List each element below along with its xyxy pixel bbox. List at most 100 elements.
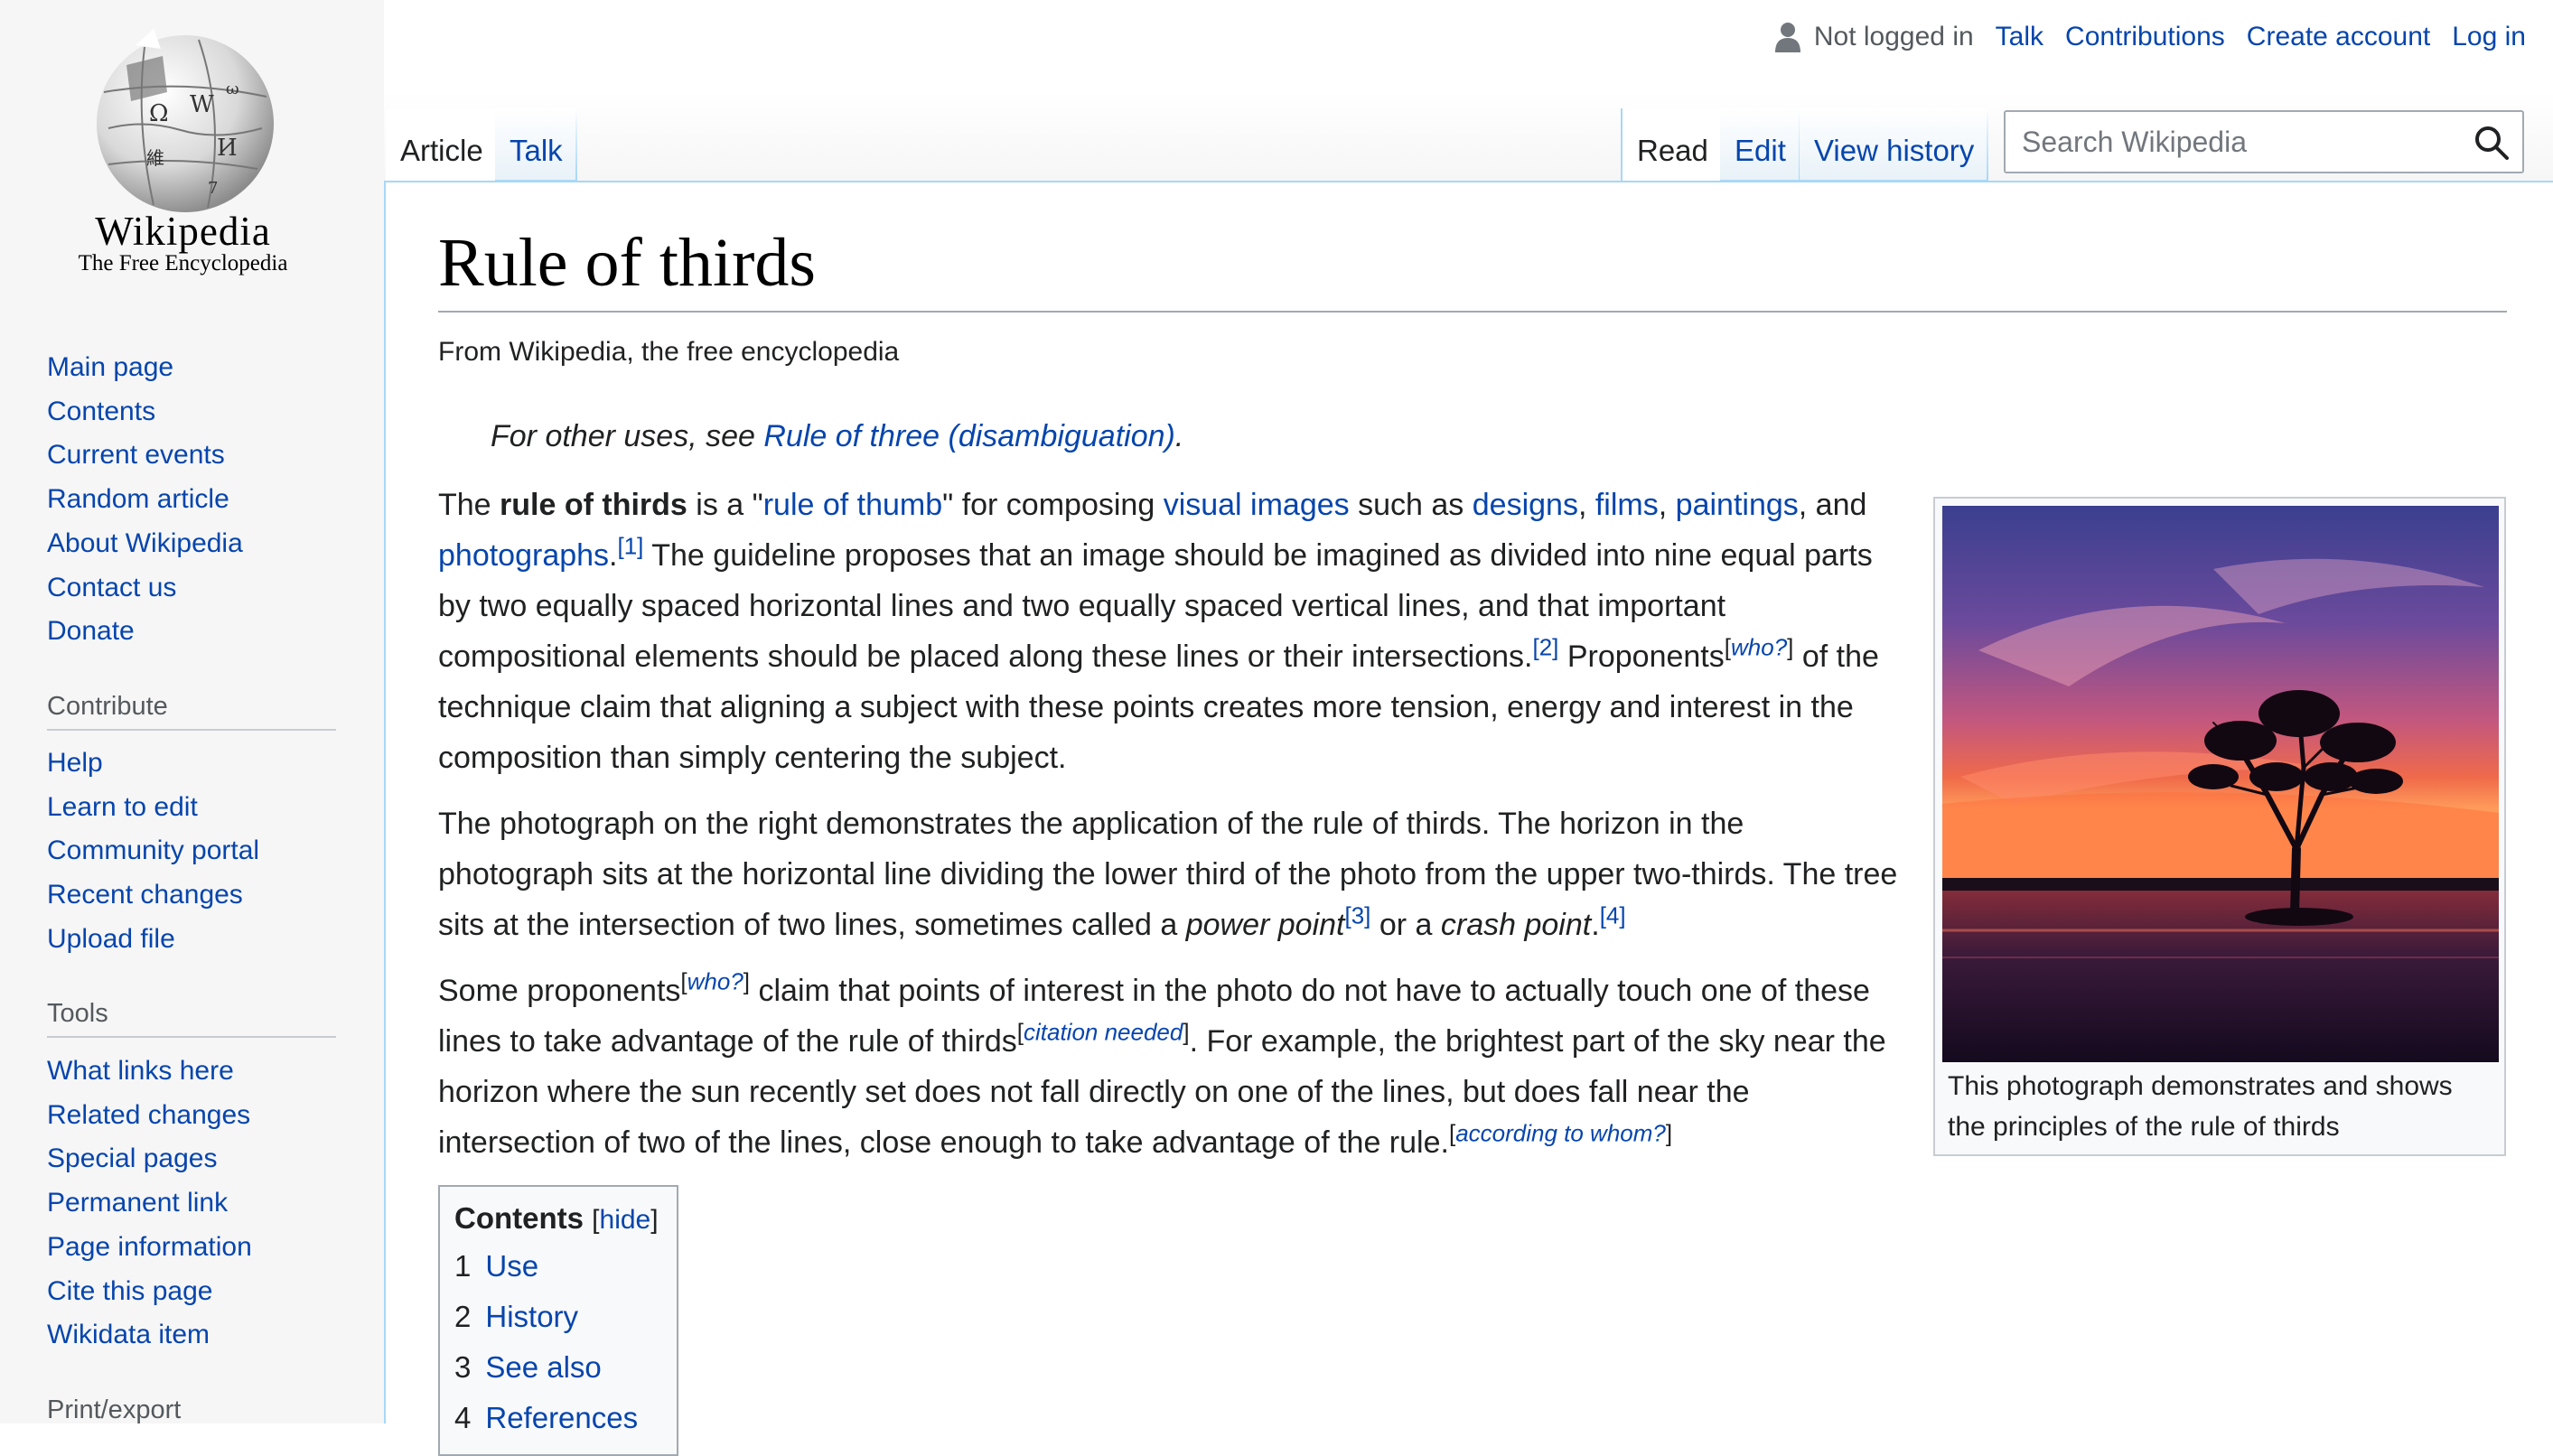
bracket: ]: [1183, 1018, 1190, 1046]
title-divider: [438, 311, 2507, 313]
sidebar-heading-tools[interactable]: Tools: [47, 999, 336, 1038]
not-logged-in-status: Not logged in: [1813, 22, 1974, 51]
toc-item-use[interactable]: 1 Use: [454, 1241, 662, 1292]
bracket: ]: [743, 967, 751, 995]
text: .: [609, 538, 618, 573]
sidebar-tools: What links here Related changes Special …: [47, 1050, 336, 1358]
text: is a ": [687, 488, 763, 522]
who-tag: [who?]: [1725, 634, 1794, 661]
citation-needed-link[interactable]: citation needed: [1024, 1019, 1183, 1046]
sidebar-item-upload-file[interactable]: Upload file: [47, 918, 336, 962]
search-input[interactable]: [2020, 124, 2457, 160]
paragraph-3: Some proponents[who?] claim that points …: [438, 966, 1902, 1168]
login-link[interactable]: Log in: [2452, 22, 2526, 52]
sidebar-heading-contribute[interactable]: Contribute: [47, 692, 336, 731]
sidebar-item-contact-us[interactable]: Contact us: [47, 566, 336, 611]
sidebar-heading-print-export[interactable]: Print/export: [47, 1395, 336, 1433]
sidebar-item-wikidata-item[interactable]: Wikidata item: [47, 1313, 336, 1358]
link-rule-of-thumb[interactable]: rule of thumb: [763, 488, 942, 522]
toc-item-see-also[interactable]: 3 See also: [454, 1342, 662, 1393]
italic-term: crash point: [1440, 908, 1592, 942]
reference-3: [3]: [1345, 902, 1371, 929]
hatnote-suffix: .: [1174, 419, 1184, 453]
page-title: Rule of thirds: [438, 225, 816, 301]
svg-text:W: W: [190, 91, 214, 118]
sidebar-item-contents[interactable]: Contents: [47, 390, 336, 434]
toc-link[interactable]: Use: [485, 1249, 538, 1283]
tab-view-history[interactable]: View history: [1800, 108, 1988, 181]
sidebar-item-permanent-link[interactable]: Permanent link: [47, 1181, 336, 1226]
toc-header: Contents [hide]: [454, 1201, 662, 1236]
tab-edit[interactable]: Edit: [1720, 108, 1800, 181]
link-films[interactable]: films: [1595, 488, 1659, 522]
wikipedia-wordmark[interactable]: Wikipedia: [0, 208, 366, 255]
personal-talk-link[interactable]: Talk: [1996, 22, 2043, 52]
sidebar-item-page-information[interactable]: Page information: [47, 1226, 336, 1270]
svg-text:ω: ω: [226, 79, 239, 98]
who-tag: [who?]: [680, 968, 750, 995]
sidebar-item-help[interactable]: Help: [47, 742, 336, 786]
sidebar-item-current-events[interactable]: Current events: [47, 434, 336, 478]
toc-number: 4: [454, 1401, 472, 1434]
sidebar-item-recent-changes[interactable]: Recent changes: [47, 873, 336, 918]
tab-read-label: Read: [1637, 134, 1708, 167]
sidebar-item-random-article[interactable]: Random article: [47, 478, 336, 522]
toc-link[interactable]: References: [485, 1401, 638, 1434]
create-account-link[interactable]: Create account: [2247, 22, 2430, 52]
text: ,: [1658, 488, 1676, 522]
toc-number: 2: [454, 1300, 472, 1333]
link-visual-images[interactable]: visual images: [1164, 488, 1350, 522]
sidebar-navigation: Main page Contents Current events Random…: [47, 346, 336, 654]
text: .: [1591, 908, 1600, 942]
bold-term: rule of thirds: [500, 488, 687, 522]
reference-1-link[interactable]: [1]: [618, 533, 644, 560]
toc-title: Contents: [454, 1201, 584, 1235]
toc-hide-link[interactable]: hide: [600, 1205, 651, 1235]
reference-4-link[interactable]: [4]: [1600, 902, 1626, 929]
reference-2-link[interactable]: [2]: [1532, 634, 1558, 661]
link-photographs[interactable]: photographs: [438, 538, 609, 573]
sidebar-item-about-wikipedia[interactable]: About Wikipedia: [47, 522, 336, 566]
user-icon: [1774, 23, 1800, 52]
contributions-link[interactable]: Contributions: [2065, 22, 2225, 52]
text: or a: [1370, 908, 1441, 942]
site-tagline: From Wikipedia, the free encyclopedia: [438, 337, 900, 367]
reference-3-link[interactable]: [3]: [1345, 902, 1371, 929]
link-paintings[interactable]: paintings: [1676, 488, 1799, 522]
bracket: ]: [650, 1205, 659, 1235]
hatnote-disambiguation-link[interactable]: Rule of three (disambiguation): [763, 419, 1174, 453]
according-to-whom-link[interactable]: according to whom?: [1455, 1120, 1666, 1147]
toc-link[interactable]: History: [485, 1300, 578, 1333]
who-link[interactable]: who?: [1731, 634, 1787, 661]
svg-text:Ω: Ω: [149, 100, 169, 127]
link-designs[interactable]: designs: [1473, 488, 1578, 522]
according-to-whom-tag: [according to whom?]: [1449, 1120, 1672, 1147]
sidebar-item-special-pages[interactable]: Special pages: [47, 1137, 336, 1181]
tab-article[interactable]: Article: [386, 108, 498, 181]
toc-item-references[interactable]: 4 References: [454, 1393, 662, 1443]
tab-talk-label: Talk: [510, 134, 563, 167]
sidebar-item-main-page[interactable]: Main page: [47, 346, 336, 390]
sidebar-item-community-portal[interactable]: Community portal: [47, 829, 336, 873]
sidebar-item-cite-this-page[interactable]: Cite this page: [47, 1270, 336, 1314]
toc-link[interactable]: See also: [485, 1350, 601, 1384]
table-of-contents: Contents [hide] 1 Use 2 History 3 See also …: [438, 1185, 678, 1456]
text: Proponents: [1558, 639, 1725, 674]
search-icon[interactable]: [2474, 125, 2510, 161]
hatnote-prefix: For other uses, see: [491, 419, 764, 453]
sidebar-item-learn-to-edit[interactable]: Learn to edit: [47, 786, 336, 830]
svg-text:И: И: [217, 135, 238, 162]
sidebar-item-related-changes[interactable]: Related changes: [47, 1094, 336, 1138]
hatnote: For other uses, see Rule of three (disam…: [491, 419, 1183, 454]
sidebar-item-donate[interactable]: Donate: [47, 610, 336, 654]
tab-read[interactable]: Read: [1621, 108, 1723, 181]
sidebar-item-what-links-here[interactable]: What links here: [47, 1050, 336, 1094]
who-link[interactable]: who?: [687, 968, 743, 995]
tab-talk[interactable]: Talk: [495, 108, 577, 181]
wikipedia-globe-logo[interactable]: Ω W И 維 ω 7: [90, 29, 280, 219]
toc-hide-toggle: [hide]: [592, 1205, 658, 1235]
toc-list: 1 Use 2 History 3 See also 4 References: [454, 1241, 662, 1443]
sunset-tree-photo[interactable]: [1942, 506, 2499, 1062]
toc-item-history[interactable]: 2 History: [454, 1292, 662, 1342]
thumbnail-caption: This photograph demonstrates and shows t…: [1948, 1071, 2453, 1142]
